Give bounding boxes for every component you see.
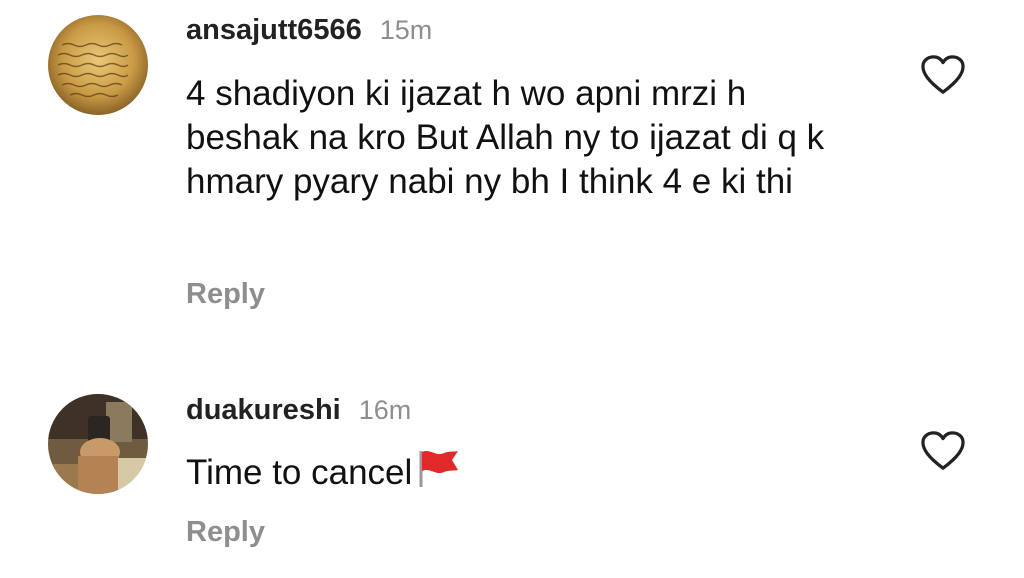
avatar[interactable] [48,394,148,494]
username[interactable]: duakureshi [186,394,341,426]
comment-2: duakureshi 16m Time to cancel Reply [0,380,1024,578]
heart-outline-icon[interactable] [920,430,966,472]
heart-outline-icon[interactable] [920,54,966,96]
red-flag-emoji [414,448,460,499]
reply-button[interactable]: Reply [186,516,265,549]
comment-1: ansajutt6566 15m 4 shadiyon ki ijazat h w… [0,0,1024,330]
comment-text-row: Time to cancel [186,448,866,499]
timestamp: 16m [358,395,412,425]
comment-text: 4 shadiyon ki ijazat h wo apni mrzi h be… [186,74,825,201]
reply-button[interactable]: Reply [186,278,265,311]
timestamp: 15m [379,15,433,45]
comment-meta: duakureshi 16m [186,394,411,427]
manuscript-avatar-image [48,15,148,115]
comment-text: Time to cancel [186,453,413,492]
selfie-avatar-image [48,394,148,494]
username[interactable]: ansajutt6566 [186,14,362,46]
comment-meta: ansajutt6566 15m [186,14,432,47]
avatar[interactable] [48,15,148,115]
